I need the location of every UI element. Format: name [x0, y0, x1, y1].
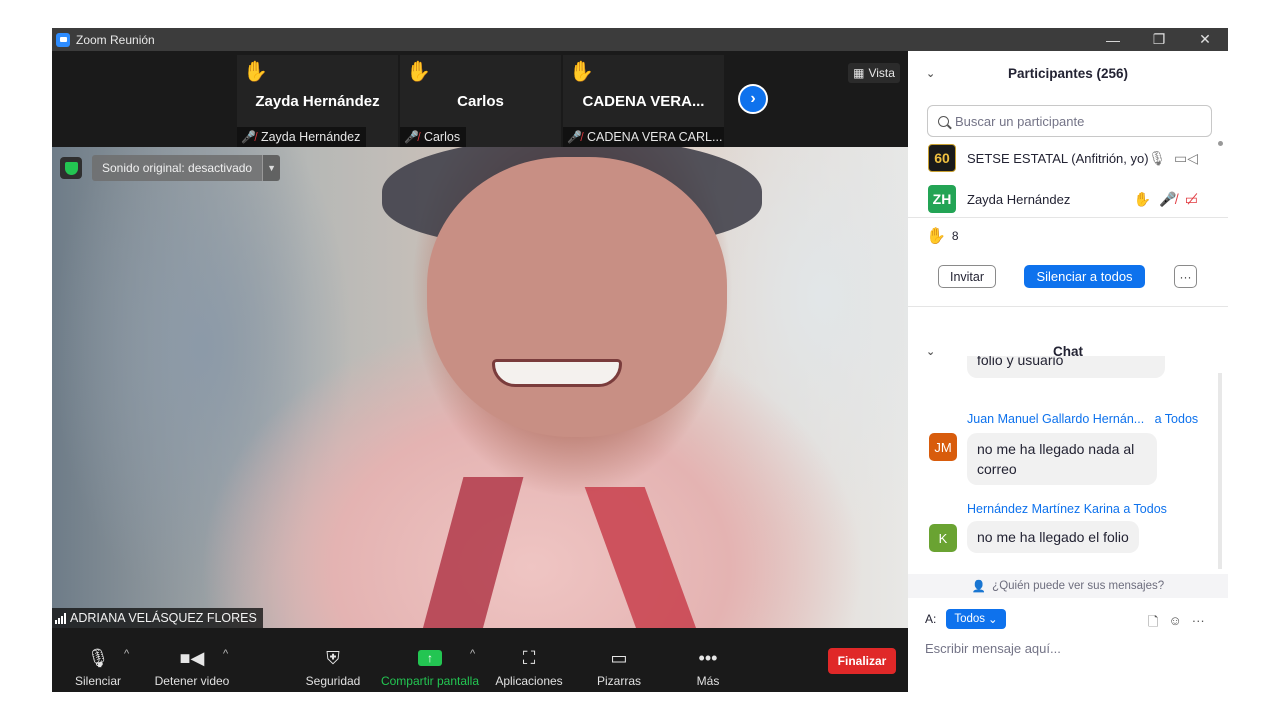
signal-bars-icon: [55, 612, 66, 624]
video-options-caret[interactable]: ^: [223, 648, 228, 660]
search-icon: [938, 115, 949, 127]
security-button[interactable]: ⛨ Seguridad: [302, 628, 364, 692]
whiteboard-icon: ▭: [610, 647, 628, 668]
mute-options-caret[interactable]: ^: [124, 648, 129, 660]
apps-button[interactable]: ⛶ Aplicaciones: [492, 628, 566, 692]
participant-search-input[interactable]: Buscar un participante: [927, 105, 1212, 137]
avatar: K: [929, 524, 957, 552]
emoji-icon[interactable]: ☺: [1168, 613, 1181, 635]
whiteboards-button[interactable]: ▭ Pizarras: [592, 628, 646, 692]
main-video: Sonido original: desactivado ▼ ADRIANA V…: [52, 147, 908, 628]
window-title: Zoom Reunión: [76, 32, 155, 47]
video-off-icon[interactable]: ▭̸: [1185, 191, 1198, 208]
raised-hand-icon: ✋: [1133, 190, 1152, 207]
share-screen-icon: ↑: [418, 642, 442, 674]
share-options-caret[interactable]: ^: [470, 648, 475, 660]
file-icon[interactable]: 🗋: [1148, 613, 1158, 635]
raised-hand-icon: ✋: [926, 228, 946, 245]
chat-message: no me ha llegado nada al correo: [967, 433, 1157, 485]
chevron-down-icon[interactable]: ⌄: [926, 345, 935, 358]
minimize-button[interactable]: —: [1090, 28, 1136, 51]
share-screen-button[interactable]: ↑ Compartir pantalla: [378, 628, 482, 692]
restore-button[interactable]: ❐: [1136, 28, 1182, 51]
invite-button[interactable]: Invitar: [938, 265, 996, 288]
participant-row[interactable]: 60 SETSE ESTATAL (Anfitrión, yo) 🎙 ▭◁: [928, 140, 1208, 176]
avatar: 60: [928, 144, 956, 172]
chat-sender: Juan Manuel Gallardo Hernán... a Todos: [967, 412, 1199, 426]
more-dots-icon[interactable]: ···: [1192, 613, 1205, 635]
recipient-dropdown[interactable]: Todos ⌄: [946, 609, 1006, 629]
participants-more-button[interactable]: ···: [1174, 265, 1197, 288]
participant-name: SETSE ESTATAL (Anfitrión, yo): [967, 150, 1149, 166]
meeting-toolbar: 🎙 Silenciar ^ ■◀ Detener video ^ ⛨ Segur…: [52, 628, 908, 692]
end-meeting-button[interactable]: Finalizar: [828, 648, 896, 674]
encryption-shield-icon[interactable]: [60, 157, 82, 179]
more-button[interactable]: ••• Más: [688, 628, 728, 692]
mute-all-button[interactable]: Silenciar a todos: [1024, 265, 1145, 288]
thumbnail-label: 🎤̸ Zayda Hernández: [237, 127, 367, 147]
chat-message-input[interactable]: Escribir mensaje aquí...: [925, 641, 1061, 656]
stop-video-button[interactable]: ■◀ Detener video: [152, 628, 232, 692]
participant-thumbnail[interactable]: ✋ CADENA VERA... 🎤̸ CADENA VERA CARL...: [563, 55, 724, 147]
zoom-window: Zoom Reunión — ❐ ✕ ✋ Zayda Hernández 🎤̸ Z…: [52, 28, 1228, 692]
thumbnail-strip: ✋ Zayda Hernández 🎤̸ Zayda Hernández ✋ Ca…: [52, 51, 908, 147]
chat-scrollbar[interactable]: [1218, 373, 1222, 569]
raised-hands-count: 8: [951, 229, 959, 243]
message-privacy-link[interactable]: 👤 ¿Quién puede ver sus mensajes?: [908, 574, 1228, 598]
close-button[interactable]: ✕: [1182, 28, 1228, 51]
muted-mic-icon: 🎤̸: [241, 130, 256, 144]
microphone-icon: 🎙: [86, 647, 110, 668]
thumbnail-name: Zayda Hernández: [255, 93, 380, 110]
chat-actions: 🗋 ☺ ···: [1148, 613, 1205, 635]
side-panel: ⌄ Participantes (256) Buscar un particip…: [908, 51, 1228, 692]
original-sound-toggle[interactable]: Sonido original: desactivado ▼: [92, 155, 281, 181]
thumbnail-name: CADENA VERA...: [582, 93, 705, 110]
chevron-down-icon: ⌄: [988, 614, 998, 626]
participants-header: ⌄ Participantes (256): [926, 65, 1129, 81]
next-page-arrow-icon[interactable]: ›: [738, 84, 768, 114]
person-lock-icon: 👤: [971, 581, 987, 593]
recipient-label: A:: [925, 612, 937, 626]
raised-hand-icon: ✋: [243, 61, 268, 83]
title-bar: Zoom Reunión — ❐ ✕: [52, 28, 1228, 51]
participant-thumbnail[interactable]: ✋ Carlos 🎤̸ Carlos: [400, 55, 561, 147]
chat-sender: Hernández Martínez Karina a Todos: [967, 502, 1167, 516]
chevron-down-icon[interactable]: ⌄: [926, 67, 935, 80]
raised-hand-icon: ✋: [569, 61, 594, 83]
window-controls: — ❐ ✕: [1090, 28, 1228, 51]
chat-message: folio y usuario: [967, 356, 1165, 378]
chevron-down-icon[interactable]: ▼: [262, 155, 281, 181]
participant-row[interactable]: ZH Zayda Hernández ✋ 🎤̸ ▭̸: [928, 181, 1208, 217]
muted-mic-icon: 🎤̸: [567, 130, 582, 144]
thumbnail-label: 🎤̸ Carlos: [400, 127, 467, 147]
video-stage: ✋ Zayda Hernández 🎤̸ Zayda Hernández ✋ Ca…: [52, 51, 908, 692]
avatar: JM: [929, 433, 957, 461]
speaker-name-tag: ADRIANA VELÁSQUEZ FLORES: [52, 608, 263, 628]
thumbnail-name: Carlos: [457, 93, 504, 110]
video-camera-icon: ■◀: [179, 647, 205, 668]
chat-message: no me ha llegado el folio: [967, 521, 1139, 553]
video-camera-icon[interactable]: ▭◁: [1174, 150, 1198, 167]
grid-icon: ▦: [853, 66, 865, 80]
thumbnail-label: 🎤̸ CADENA VERA CARL...: [563, 127, 724, 147]
participants-scrollbar[interactable]: [1218, 141, 1223, 241]
muted-mic-icon[interactable]: 🎤̸: [1159, 191, 1176, 208]
raised-hands-summary: ✋ 8: [926, 226, 959, 246]
original-sound-label[interactable]: Sonido original: desactivado: [92, 155, 263, 181]
muted-mic-icon: 🎤̸: [404, 130, 419, 144]
apps-icon: ⛶: [522, 647, 536, 668]
more-dots-icon: •••: [698, 647, 718, 668]
participant-thumbnail[interactable]: ✋ Zayda Hernández 🎤̸ Zayda Hernández: [237, 55, 398, 147]
participant-name: Zayda Hernández: [967, 191, 1071, 207]
view-button[interactable]: ▦ Vista: [848, 63, 900, 83]
avatar: ZH: [928, 185, 956, 213]
recipient-row: A: Todos ⌄: [925, 607, 1006, 631]
raised-hand-icon: ✋: [406, 61, 431, 83]
mute-button[interactable]: 🎙 Silenciar: [72, 628, 124, 692]
zoom-app-icon: [56, 32, 70, 47]
microphone-icon[interactable]: 🎙: [1148, 150, 1166, 167]
shield-icon: ⛨: [326, 647, 340, 668]
